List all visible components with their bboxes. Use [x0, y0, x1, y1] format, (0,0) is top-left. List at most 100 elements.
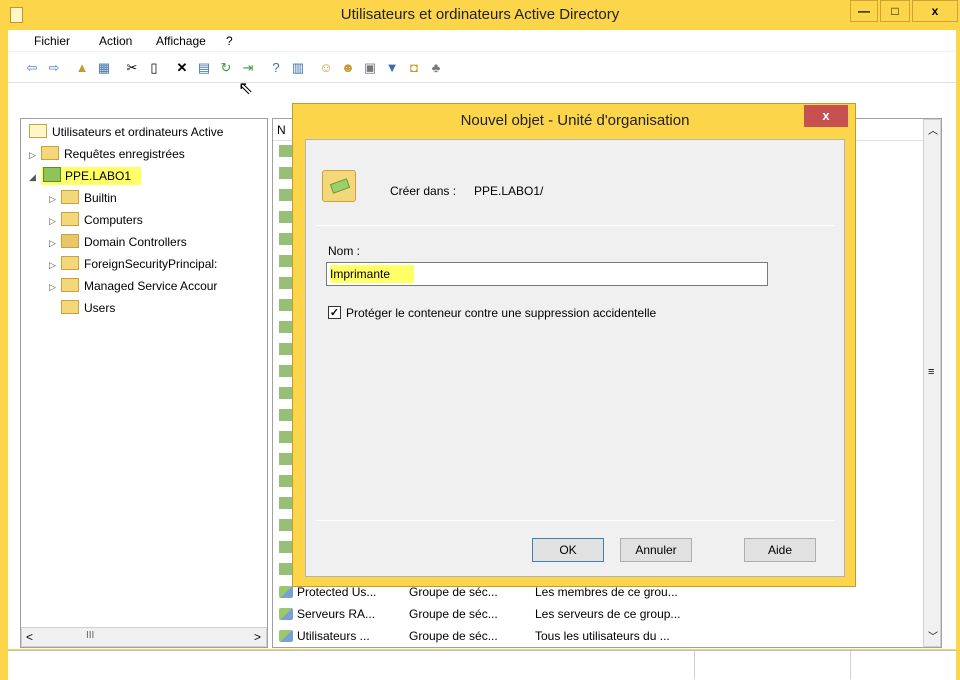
folder-icon — [61, 300, 79, 314]
expand-arrow-icon[interactable]: ▷ — [49, 188, 61, 210]
cancel-button[interactable]: Annuler — [620, 538, 692, 562]
status-divider — [850, 651, 851, 679]
dialog-close-button[interactable]: x — [804, 105, 848, 127]
status-divider — [694, 651, 695, 679]
folder-icon — [61, 256, 79, 270]
show-tree-icon[interactable]: ▦ — [96, 60, 112, 76]
tree-item-label: Managed Service Accour — [84, 279, 218, 293]
properties-icon[interactable]: ▤ — [196, 60, 212, 76]
list-row[interactable]: Utilisateurs ... Groupe de séc... Tous les… — [279, 625, 919, 647]
expand-arrow-icon[interactable]: ▷ — [49, 276, 61, 297]
menu-bar: Fichier Action Affichage ? — [8, 30, 956, 52]
protect-label: Protéger le conteneur contre une suppres… — [346, 306, 657, 320]
list-row[interactable]: Serveurs RA... Groupe de séc... Les serveu… — [279, 603, 919, 625]
folder-icon — [41, 146, 59, 160]
cursor-icon: ⇖ — [238, 78, 254, 98]
tree-item-label: Requêtes enregistrées — [64, 147, 185, 161]
tree-item-domain-controllers[interactable]: ▷ Domain Controllers — [49, 231, 187, 253]
column-header-name[interactable]: N — [277, 123, 286, 137]
new-user-icon[interactable]: ☺ — [318, 60, 334, 76]
tree-item-label: Builtin — [84, 191, 117, 205]
tree-item-label: Users — [84, 301, 116, 315]
filter-icon[interactable]: ▼ — [384, 60, 400, 76]
tree-item-label: PPE.LABO1 — [65, 169, 132, 183]
collapse-arrow-icon[interactable]: ◢ — [29, 166, 41, 188]
expand-arrow-icon[interactable]: ▷ — [49, 232, 61, 254]
up-folder-icon[interactable]: ▲ — [74, 60, 90, 76]
refresh-icon[interactable]: ↻ — [218, 60, 234, 76]
create-in-value: PPE.LABO1/ — [474, 184, 544, 198]
new-group-icon[interactable]: ☻ — [340, 60, 356, 76]
tree-item-users[interactable]: Users — [61, 297, 115, 319]
delegate-icon[interactable]: ♣ — [428, 60, 444, 76]
maximize-button[interactable]: □ — [880, 0, 910, 22]
back-icon[interactable]: ⇦ — [24, 60, 40, 76]
minimize-button[interactable]: — — [850, 0, 878, 22]
tree-item-managed-service[interactable]: ▷ Managed Service Accour — [49, 275, 267, 297]
view-icon[interactable]: ▥ — [290, 60, 306, 76]
scroll-thumb[interactable]: III — [86, 630, 94, 641]
help-icon[interactable]: ? — [268, 60, 284, 76]
status-bar — [8, 650, 956, 680]
group-icon — [279, 630, 293, 642]
tree-item-builtin[interactable]: ▷ Builtin — [49, 187, 117, 209]
expand-arrow-icon[interactable]: ▷ — [49, 254, 61, 275]
menu-help[interactable]: ? — [226, 34, 233, 48]
new-ou-dialog: Nouvel objet - Unité d'organisation x Cr… — [292, 103, 856, 587]
tree-item-label: Computers — [84, 213, 143, 227]
name-label: Nom : — [328, 244, 361, 258]
separator — [316, 225, 834, 226]
tree-item-saved-queries[interactable]: ▷ Requêtes enregistrées — [29, 143, 185, 165]
scroll-left-icon[interactable]: < — [26, 630, 33, 644]
title-bar[interactable]: Utilisateurs et ordinateurs Active Direc… — [0, 0, 960, 30]
folder-icon — [61, 190, 79, 204]
protect-checkbox[interactable]: ✓ — [328, 306, 341, 319]
forward-icon[interactable]: ⇨ — [46, 60, 62, 76]
folder-icon — [61, 278, 79, 292]
toolbar: ⇦ ⇨ ▲ ▦ ✂ ▯ ✕ ▤ ↻ ⇥ ? ▥ ☺ ☻ ▣ ▼ ◘ ♣ — [8, 52, 956, 83]
tree-item-label: ForeignSecurityPrincipal: — [84, 257, 218, 271]
copy-icon[interactable]: ▯ — [146, 60, 162, 76]
row-type: Groupe de séc... — [409, 629, 498, 643]
group-icon — [279, 586, 293, 598]
ok-button[interactable]: OK — [532, 538, 604, 562]
scroll-up-icon[interactable]: ︿ — [928, 122, 938, 137]
name-input[interactable]: Imprimante — [326, 262, 768, 286]
menu-fichier[interactable]: Fichier — [34, 34, 70, 48]
ou-folder-icon — [61, 234, 79, 248]
row-name: Utilisateurs ... — [297, 629, 370, 643]
group-icon — [279, 608, 293, 620]
domain-icon — [43, 167, 61, 182]
tree-pane: Utilisateurs et ordinateurs Active ▷ Requ… — [20, 118, 268, 648]
scroll-thumb-grip-icon[interactable]: ≡ — [928, 366, 934, 378]
window-title: Utilisateurs et ordinateurs Active Direc… — [340, 6, 620, 23]
new-ou-icon[interactable]: ▣ — [362, 60, 378, 76]
close-button[interactable]: x — [912, 0, 958, 22]
tree-h-scrollbar[interactable]: < III > — [21, 627, 267, 647]
row-description: Les serveurs de ce group... — [535, 607, 681, 621]
tree-root[interactable]: Utilisateurs et ordinateurs Active — [29, 121, 223, 143]
create-in-label: Créer dans : — [390, 184, 457, 198]
scroll-down-icon[interactable]: ﹀ — [928, 628, 938, 643]
find-icon[interactable]: ◘ — [406, 60, 422, 76]
tree-item-computers[interactable]: ▷ Computers — [49, 209, 143, 231]
row-type: Groupe de séc... — [409, 607, 498, 621]
scroll-right-icon[interactable]: > — [254, 630, 261, 644]
snapin-icon — [29, 124, 47, 138]
expand-arrow-icon[interactable]: ▷ — [49, 210, 61, 232]
row-name: Serveurs RA... — [297, 607, 376, 621]
export-icon[interactable]: ⇥ — [240, 60, 256, 76]
name-input-value: Imprimante — [330, 265, 415, 283]
separator — [316, 520, 834, 521]
delete-icon[interactable]: ✕ — [174, 60, 190, 76]
cut-icon[interactable]: ✂ — [124, 60, 140, 76]
tree-item-foreign-security[interactable]: ▷ ForeignSecurityPrincipal: — [49, 253, 267, 275]
menu-action[interactable]: Action — [99, 34, 132, 48]
row-description: Tous les utilisateurs du ... — [535, 629, 670, 643]
dialog-body: Créer dans : PPE.LABO1/ Nom : Imprimante… — [305, 139, 845, 577]
list-v-scrollbar[interactable]: ︿ ≡ ﹀ — [923, 119, 941, 647]
help-button[interactable]: Aide — [744, 538, 816, 562]
menu-affichage[interactable]: Affichage — [156, 34, 206, 48]
tree-item-domain[interactable]: ◢ PPE.LABO1 — [29, 165, 142, 188]
expand-arrow-icon[interactable]: ▷ — [29, 144, 41, 166]
